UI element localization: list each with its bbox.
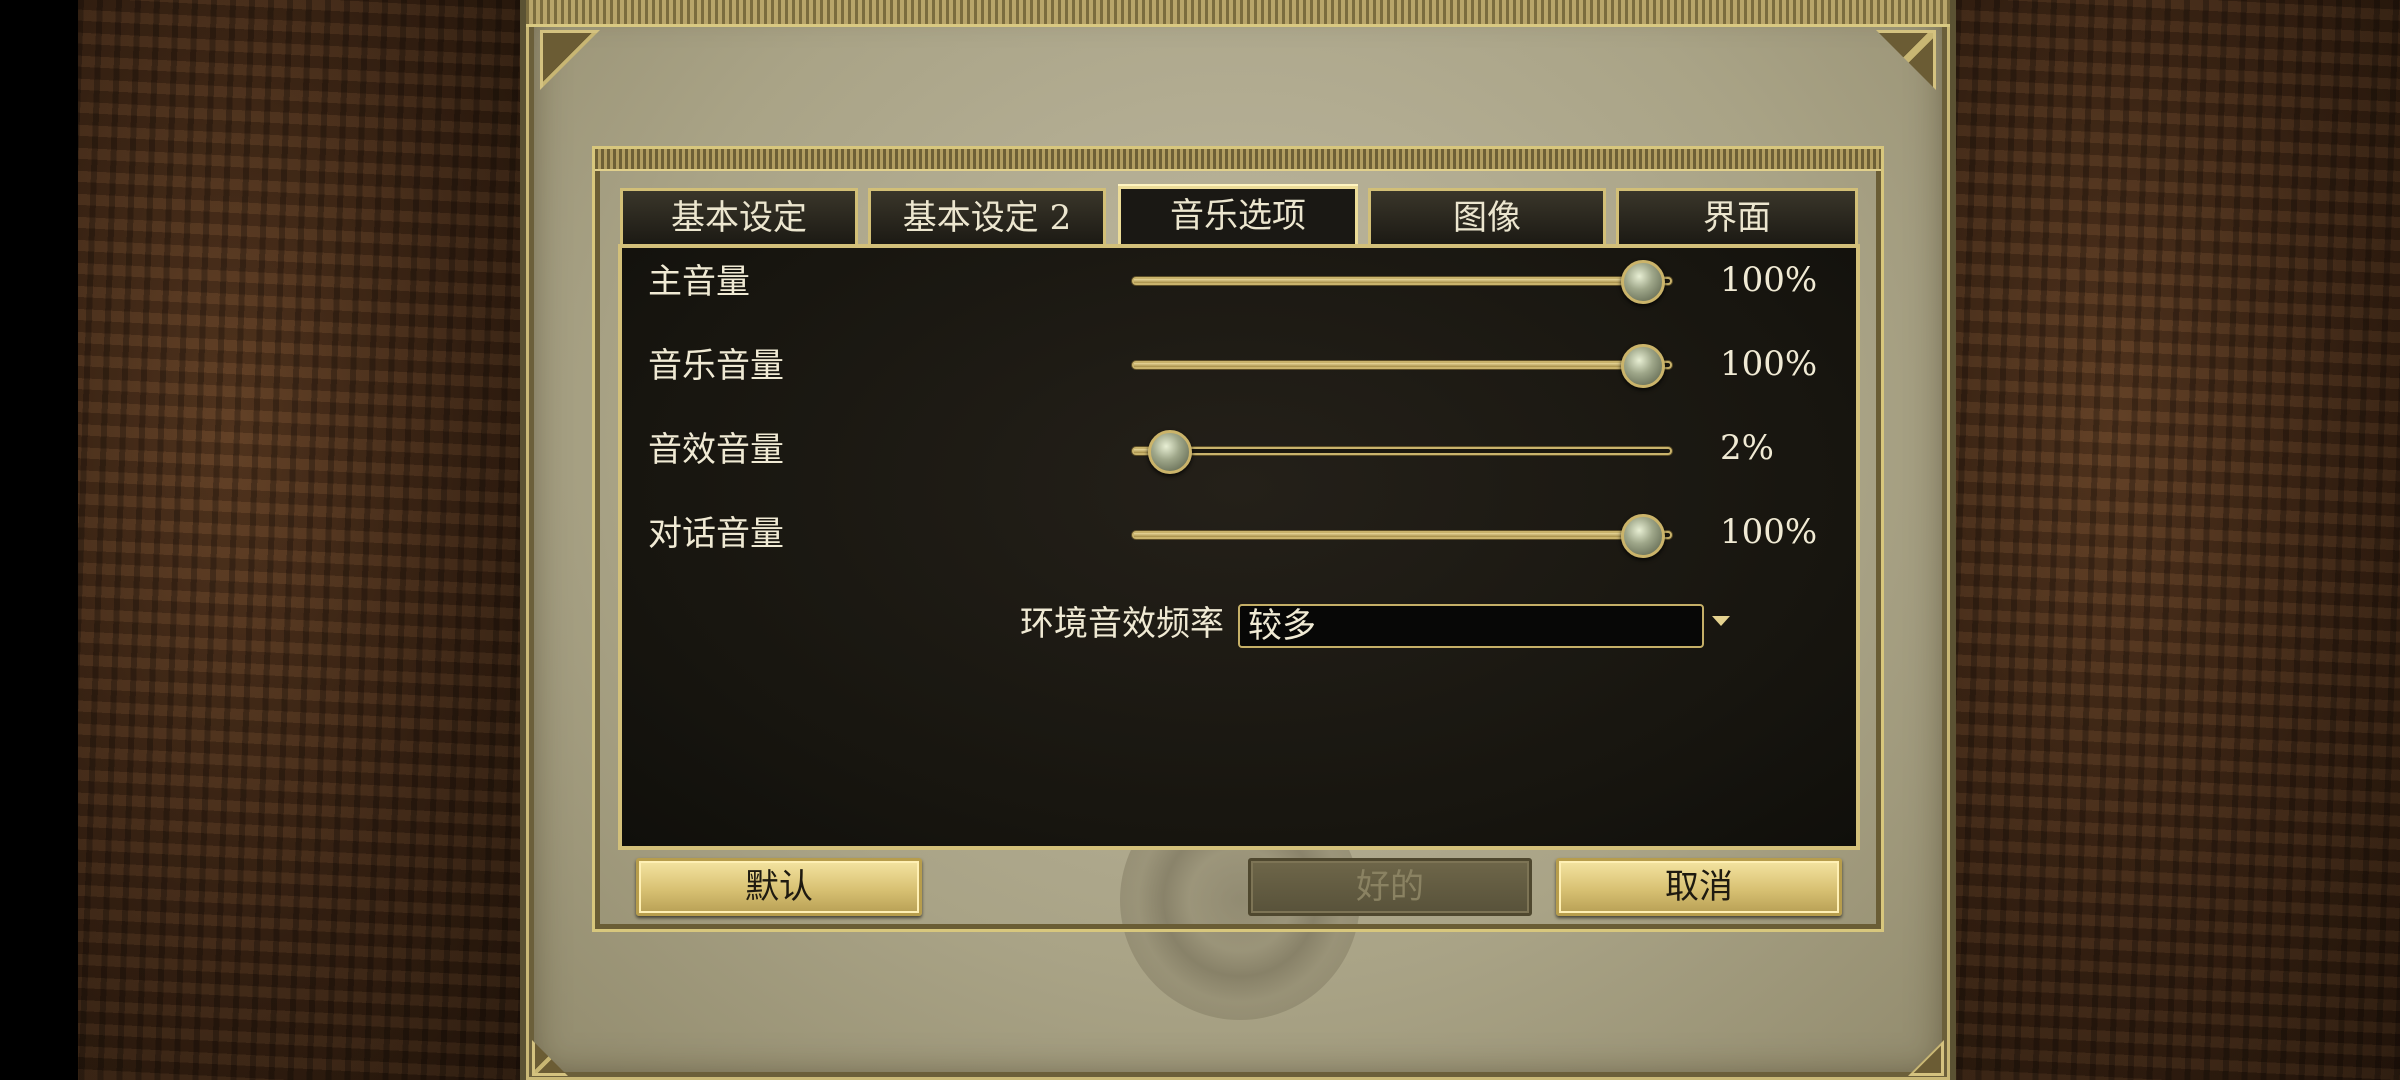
slider-fill [1134, 363, 1644, 367]
dialog-volume-label: 对话音量 [648, 514, 784, 554]
dialog-volume-value: 100% [1720, 512, 1818, 552]
tab-music-options[interactable]: 音乐选项 [1118, 186, 1358, 250]
tab-basic-settings-2[interactable]: 基本设定 2 [868, 188, 1106, 244]
master-volume-label: 主音量 [648, 262, 750, 302]
wood-background-left [78, 0, 520, 1080]
sfx-volume-slider[interactable] [1132, 430, 1672, 474]
chevron-down-icon[interactable] [1712, 616, 1730, 626]
tab-graphics[interactable]: 图像 [1368, 188, 1606, 244]
frame-top-border [526, 0, 1950, 27]
sfx-volume-label: 音效音量 [648, 430, 784, 470]
panel-top-border [595, 149, 1881, 171]
music-volume-value: 100% [1720, 344, 1818, 384]
music-volume-label: 音乐音量 [648, 346, 784, 386]
corner-ornament-icon [540, 30, 600, 90]
music-volume-slider[interactable] [1132, 344, 1672, 388]
slider-fill [1134, 279, 1644, 283]
corner-ornament-icon [1908, 1040, 1944, 1076]
slider-knob[interactable] [1621, 514, 1666, 558]
corner-ornament-icon [532, 1040, 568, 1076]
slider-fill [1134, 533, 1644, 537]
wood-background-right [1956, 0, 2400, 1080]
tab-basic-settings[interactable]: 基本设定 [620, 188, 858, 244]
ok-button[interactable]: 好的 [1248, 858, 1532, 916]
ambient-frequency-label: 环境音效频率 [1020, 604, 1224, 644]
cancel-button[interactable]: 取消 [1556, 858, 1842, 916]
slider-knob[interactable] [1621, 260, 1666, 304]
master-volume-value: 100% [1720, 260, 1818, 300]
default-button[interactable]: 默认 [636, 858, 922, 916]
corner-ornament-icon [1876, 30, 1936, 90]
dialog-volume-slider[interactable] [1132, 514, 1672, 558]
sfx-volume-value: 2% [1720, 428, 1774, 468]
master-volume-slider[interactable] [1132, 260, 1672, 304]
ambient-frequency-select[interactable]: 较多 [1238, 604, 1704, 648]
tab-content-area [618, 244, 1860, 850]
tab-interface[interactable]: 界面 [1616, 188, 1858, 244]
slider-knob[interactable] [1621, 344, 1666, 388]
